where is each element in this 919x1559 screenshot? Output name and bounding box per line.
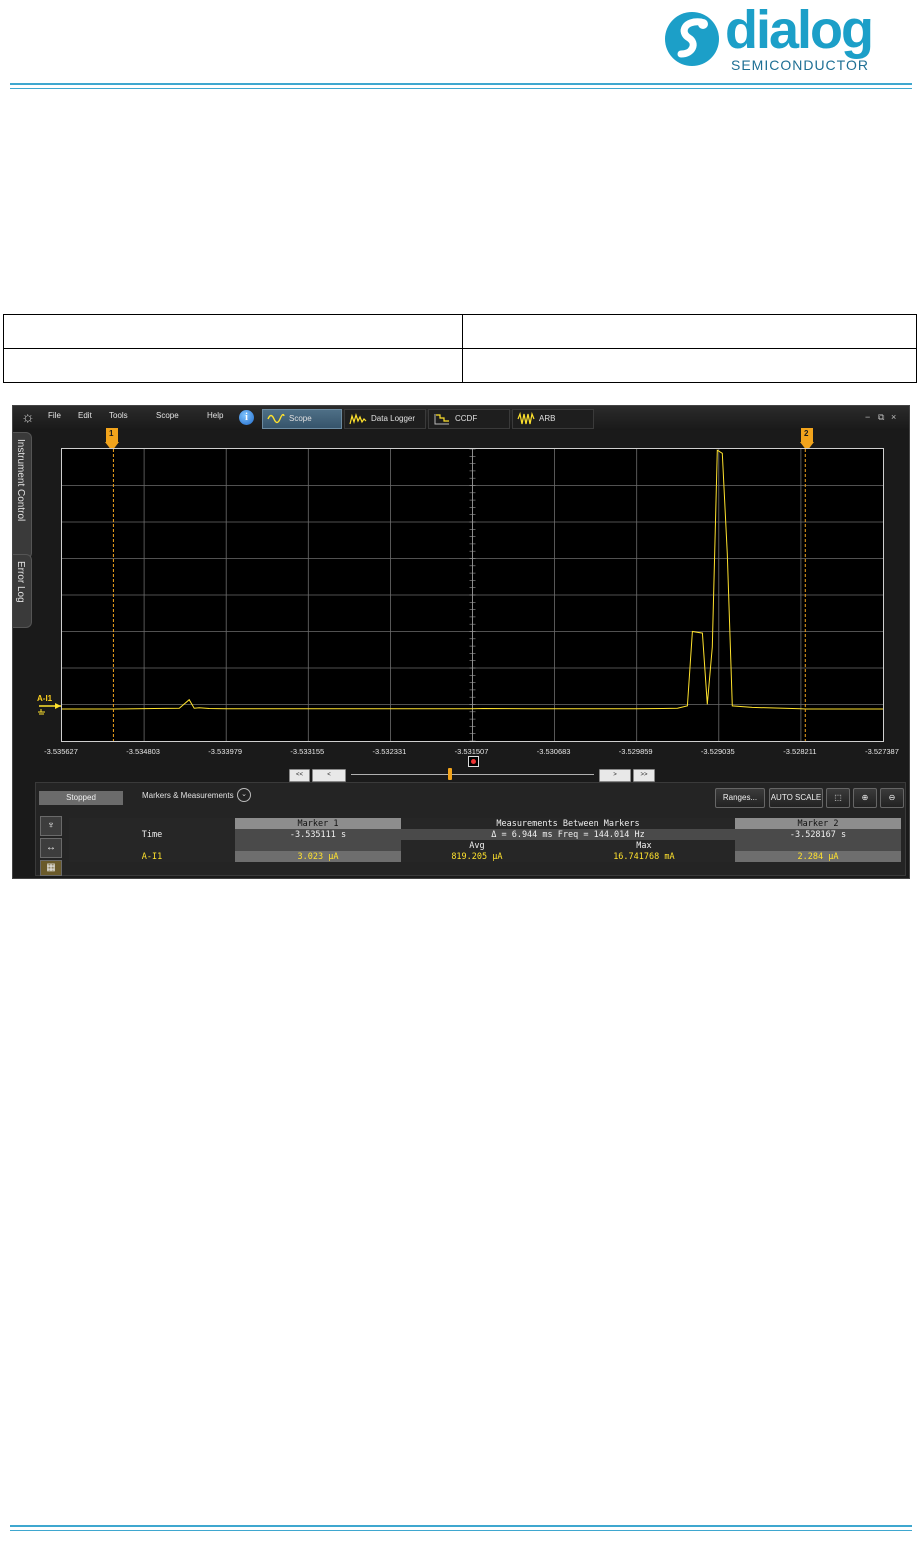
x-tick-label: -3.533155 (290, 747, 325, 756)
table-cell (462, 314, 917, 349)
auto-scale-button[interactable]: AUTO SCALE (769, 788, 823, 808)
scroll-track[interactable] (351, 774, 594, 775)
nav-next-button[interactable]: > (599, 769, 631, 782)
nav-prev-button[interactable]: < (312, 769, 346, 782)
footer-rule (10, 1525, 912, 1527)
dialog-logo-mark-icon (665, 12, 719, 66)
scope-app-window: ☼ File Edit Tools Scope Help i Scope Dat… (12, 405, 910, 879)
probe-tool-icon[interactable]: ♆ (40, 816, 62, 836)
menu-bar: ☼ File Edit Tools Scope Help i Scope Dat… (13, 406, 909, 430)
side-tab-error-log[interactable]: Error Log (13, 554, 32, 628)
avg-value: 819.205 μA (401, 851, 553, 862)
x-tick-label: -3.529859 (618, 747, 653, 756)
tab-scope[interactable]: Scope (262, 409, 342, 429)
x-tick-label: -3.533979 (208, 747, 243, 756)
header-rule (10, 83, 912, 85)
marker-2-header: Marker 2 (735, 818, 901, 829)
menu-edit[interactable]: Edit (78, 411, 92, 420)
dialog-logo: dialog SEMICONDUCTOR (663, 0, 913, 78)
time-label: Time (69, 829, 235, 840)
ccdf-icon (434, 414, 449, 425)
nav-last-button[interactable]: >> (633, 769, 655, 782)
scope-trace-chart (62, 449, 883, 741)
trace-label[interactable]: A-I1 (37, 694, 52, 703)
table-cell (3, 314, 463, 349)
nav-first-button[interactable]: << (289, 769, 310, 782)
footer-rule-thin (10, 1530, 912, 1531)
center-marker-icon[interactable] (468, 756, 479, 767)
zoom-out-icon[interactable]: ⊖ (880, 788, 904, 808)
grid-icon[interactable]: ▦ (40, 860, 62, 876)
marker-2-number: 2 (804, 429, 809, 438)
table-row: A-I1 3.023 μA 819.205 μA 16.741768 mA 2.… (69, 851, 901, 862)
x-tick-label: -3.528211 (783, 747, 817, 756)
tab-arb[interactable]: ARB (512, 409, 594, 429)
x-tick-label: -3.529035 (700, 747, 735, 756)
trace-ground-arrow-icon[interactable] (37, 703, 63, 717)
x-tick-label: -3.534803 (126, 747, 160, 756)
marker-1-value: 3.023 μA (235, 851, 401, 862)
table-row: Avg Max (69, 840, 901, 851)
arb-wave-icon (517, 412, 535, 425)
table-row: Time -3.535111 s Δ = 6.944 ms Freq = 144… (69, 829, 901, 840)
logo-subtitle: SEMICONDUCTOR (731, 57, 869, 73)
avg-header: Avg (401, 840, 553, 851)
tab-ccdf[interactable]: CCDF (428, 409, 510, 429)
table-cell (462, 348, 917, 383)
markers-measurements-label[interactable]: Markers & Measurements (142, 791, 234, 800)
between-header: Measurements Between Markers (401, 818, 735, 829)
markers-measurements-panel: Stopped Markers & Measurements ⌄ Ranges.… (35, 782, 906, 876)
header-rule-thin (10, 88, 912, 89)
chevron-down-icon[interactable]: ⌄ (237, 788, 251, 802)
marker-1-number: 1 (109, 429, 114, 438)
scroll-thumb[interactable] (448, 768, 452, 780)
close-icon[interactable]: × (891, 412, 896, 422)
x-tick-label: -3.532331 (372, 747, 407, 756)
menu-scope[interactable]: Scope (156, 411, 179, 420)
empty-table (3, 314, 917, 383)
zoom-in-icon[interactable]: ⊕ (853, 788, 877, 808)
restore-icon[interactable]: ⧉ (878, 412, 884, 423)
x-tick-label: -3.535627 (44, 747, 78, 756)
ranges-button[interactable]: Ranges... (715, 788, 765, 808)
logo-wordmark: dialog (725, 0, 874, 60)
marker-1-time: -3.535111 s (235, 829, 401, 840)
delta-freq: Δ = 6.944 ms Freq = 144.014 Hz (401, 829, 735, 840)
measurements-table: Marker 1 Measurements Between Markers Ma… (69, 818, 901, 862)
x-tick-label: -3.530683 (536, 747, 571, 756)
marker-2-value: 2.284 μA (735, 851, 901, 862)
horizontal-marker-icon[interactable]: ↔ (40, 838, 62, 858)
info-icon[interactable]: i (239, 410, 254, 425)
channel-label: A-I1 (69, 851, 235, 862)
x-tick-label: -3.527387 (865, 747, 899, 756)
sine-wave-icon (267, 413, 285, 424)
app-sun-icon[interactable]: ☼ (21, 409, 35, 426)
table-row: Marker 1 Measurements Between Markers Ma… (69, 818, 901, 829)
data-logger-icon (349, 412, 367, 425)
minimize-icon[interactable]: − (865, 412, 870, 422)
x-tick-label: -3.531507 (454, 747, 489, 756)
marker-1-header: Marker 1 (235, 818, 401, 829)
status-badge: Stopped (39, 791, 123, 805)
max-value: 16.741768 mA (552, 851, 735, 862)
marker-2-time: -3.528167 s (735, 829, 901, 840)
menu-file[interactable]: File (48, 411, 61, 420)
max-header: Max (552, 840, 735, 851)
side-tab-instrument-control[interactable]: Instrument Control (13, 432, 32, 559)
menu-help[interactable]: Help (207, 411, 223, 420)
zoom-box-icon[interactable]: ⬚ (826, 788, 850, 808)
tab-data-logger[interactable]: Data Logger (344, 409, 426, 429)
scope-plot-area[interactable] (61, 448, 884, 742)
menu-tools[interactable]: Tools (109, 411, 128, 420)
table-cell (3, 348, 463, 383)
